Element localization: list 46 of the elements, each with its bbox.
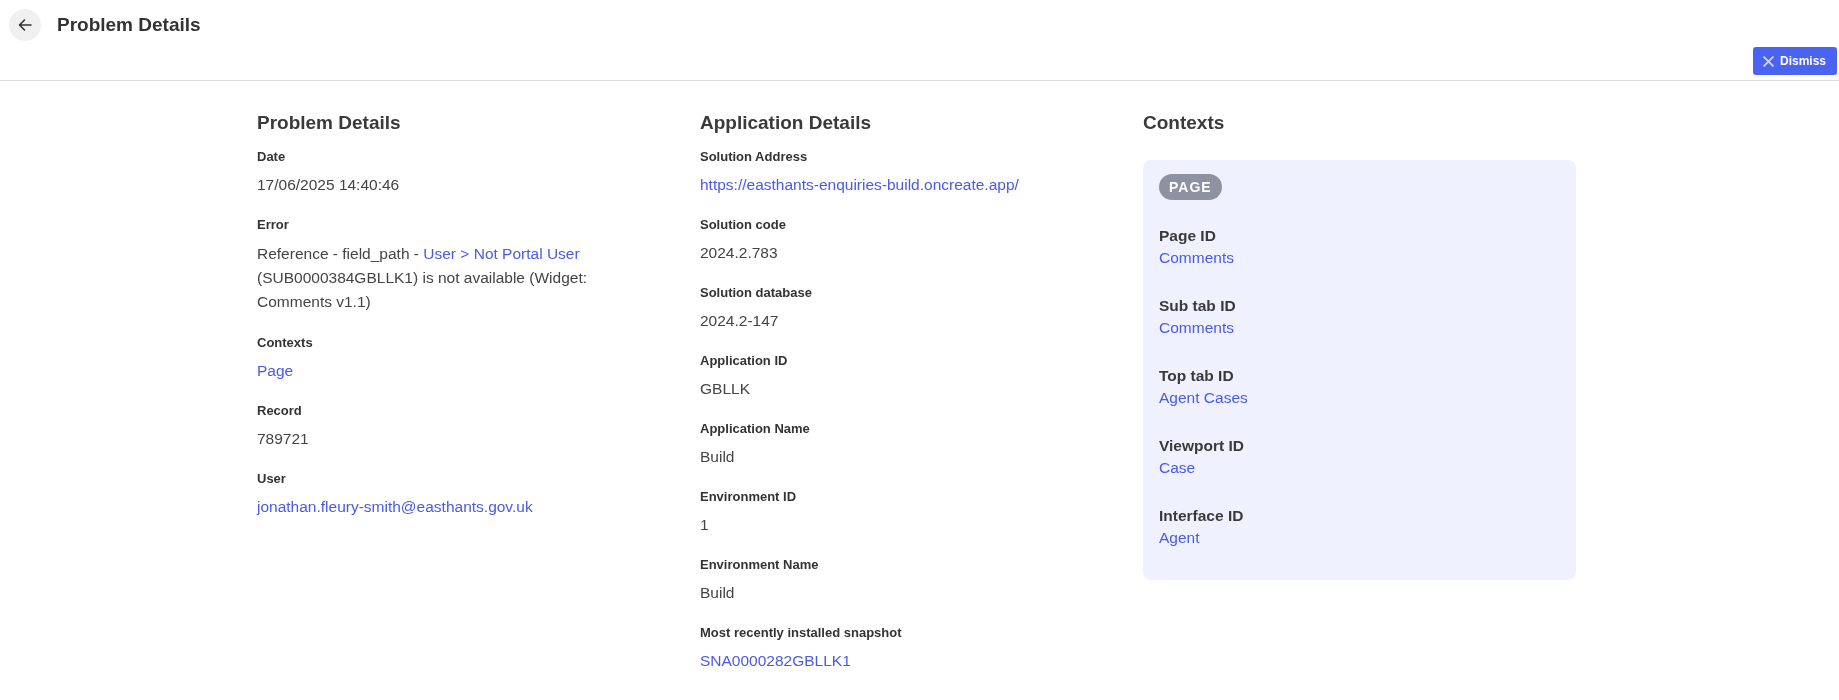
- context-link[interactable]: Case: [1159, 458, 1196, 478]
- field-value: 17/06/2025 14:40:46: [257, 175, 400, 195]
- context-type-badge: PAGE: [1159, 174, 1222, 200]
- field-label: Contexts: [257, 334, 314, 351]
- context-link[interactable]: Comments: [1159, 318, 1234, 338]
- field-value: 2024.2-147: [700, 311, 779, 331]
- back-button[interactable]: [9, 9, 41, 41]
- field-label: Application ID: [700, 352, 789, 369]
- field-value: Reference - field_path - User > Not Portal User (SUB0000384GBLLK1) is not available (Widget: Comments v1.1): [257, 244, 588, 312]
- context-label: Sub tab ID: [1159, 296, 1236, 316]
- field-label: Solution Address: [700, 148, 809, 165]
- context-link[interactable]: Agent: [1159, 528, 1200, 548]
- field-label: Environment ID: [700, 488, 798, 505]
- field-label: Application Name: [700, 420, 811, 437]
- inline-link[interactable]: User > Not Portal User: [423, 245, 580, 262]
- context-label: Page ID: [1159, 226, 1216, 246]
- close-icon: [1762, 55, 1774, 67]
- field-value: 789721: [257, 429, 309, 449]
- field-value: GBLLK: [700, 379, 750, 399]
- section-title: Application Details: [700, 112, 873, 134]
- field-label: User: [257, 470, 287, 487]
- context-label: Interface ID: [1159, 506, 1244, 526]
- field-label: Environment Name: [700, 556, 820, 573]
- field-label: Error: [257, 216, 290, 233]
- context-link[interactable]: Agent Cases: [1159, 388, 1248, 408]
- field-value: 2024.2.783: [700, 243, 778, 263]
- arrow-left-icon: [17, 17, 33, 33]
- field-link[interactable]: Page: [257, 360, 294, 382]
- field-value: Build: [700, 583, 735, 603]
- section-title: Problem Details: [257, 112, 402, 134]
- field-link[interactable]: https://easthants-enquiries-build.oncreate.app/: [700, 174, 1019, 196]
- field-link[interactable]: jonathan.fleury-smith@easthants.gov.uk: [257, 496, 533, 518]
- field-label: Most recently installed snapshot: [700, 624, 903, 641]
- page-title: Problem Details: [57, 14, 201, 36]
- field-link[interactable]: SNA0000282GBLLK1: [700, 650, 851, 672]
- field-label: Date: [257, 148, 287, 165]
- field-label: Solution code: [700, 216, 787, 233]
- field-label: Solution database: [700, 284, 813, 301]
- section-title: Contexts: [1143, 112, 1226, 134]
- context-link[interactable]: Comments: [1159, 248, 1234, 268]
- field-label: Record: [257, 402, 303, 419]
- dismiss-button[interactable]: Dismiss: [1752, 47, 1837, 75]
- field-value: Build: [700, 447, 735, 467]
- context-label: Viewport ID: [1159, 436, 1244, 456]
- context-label: Top tab ID: [1159, 366, 1234, 386]
- field-value: 1: [700, 515, 709, 535]
